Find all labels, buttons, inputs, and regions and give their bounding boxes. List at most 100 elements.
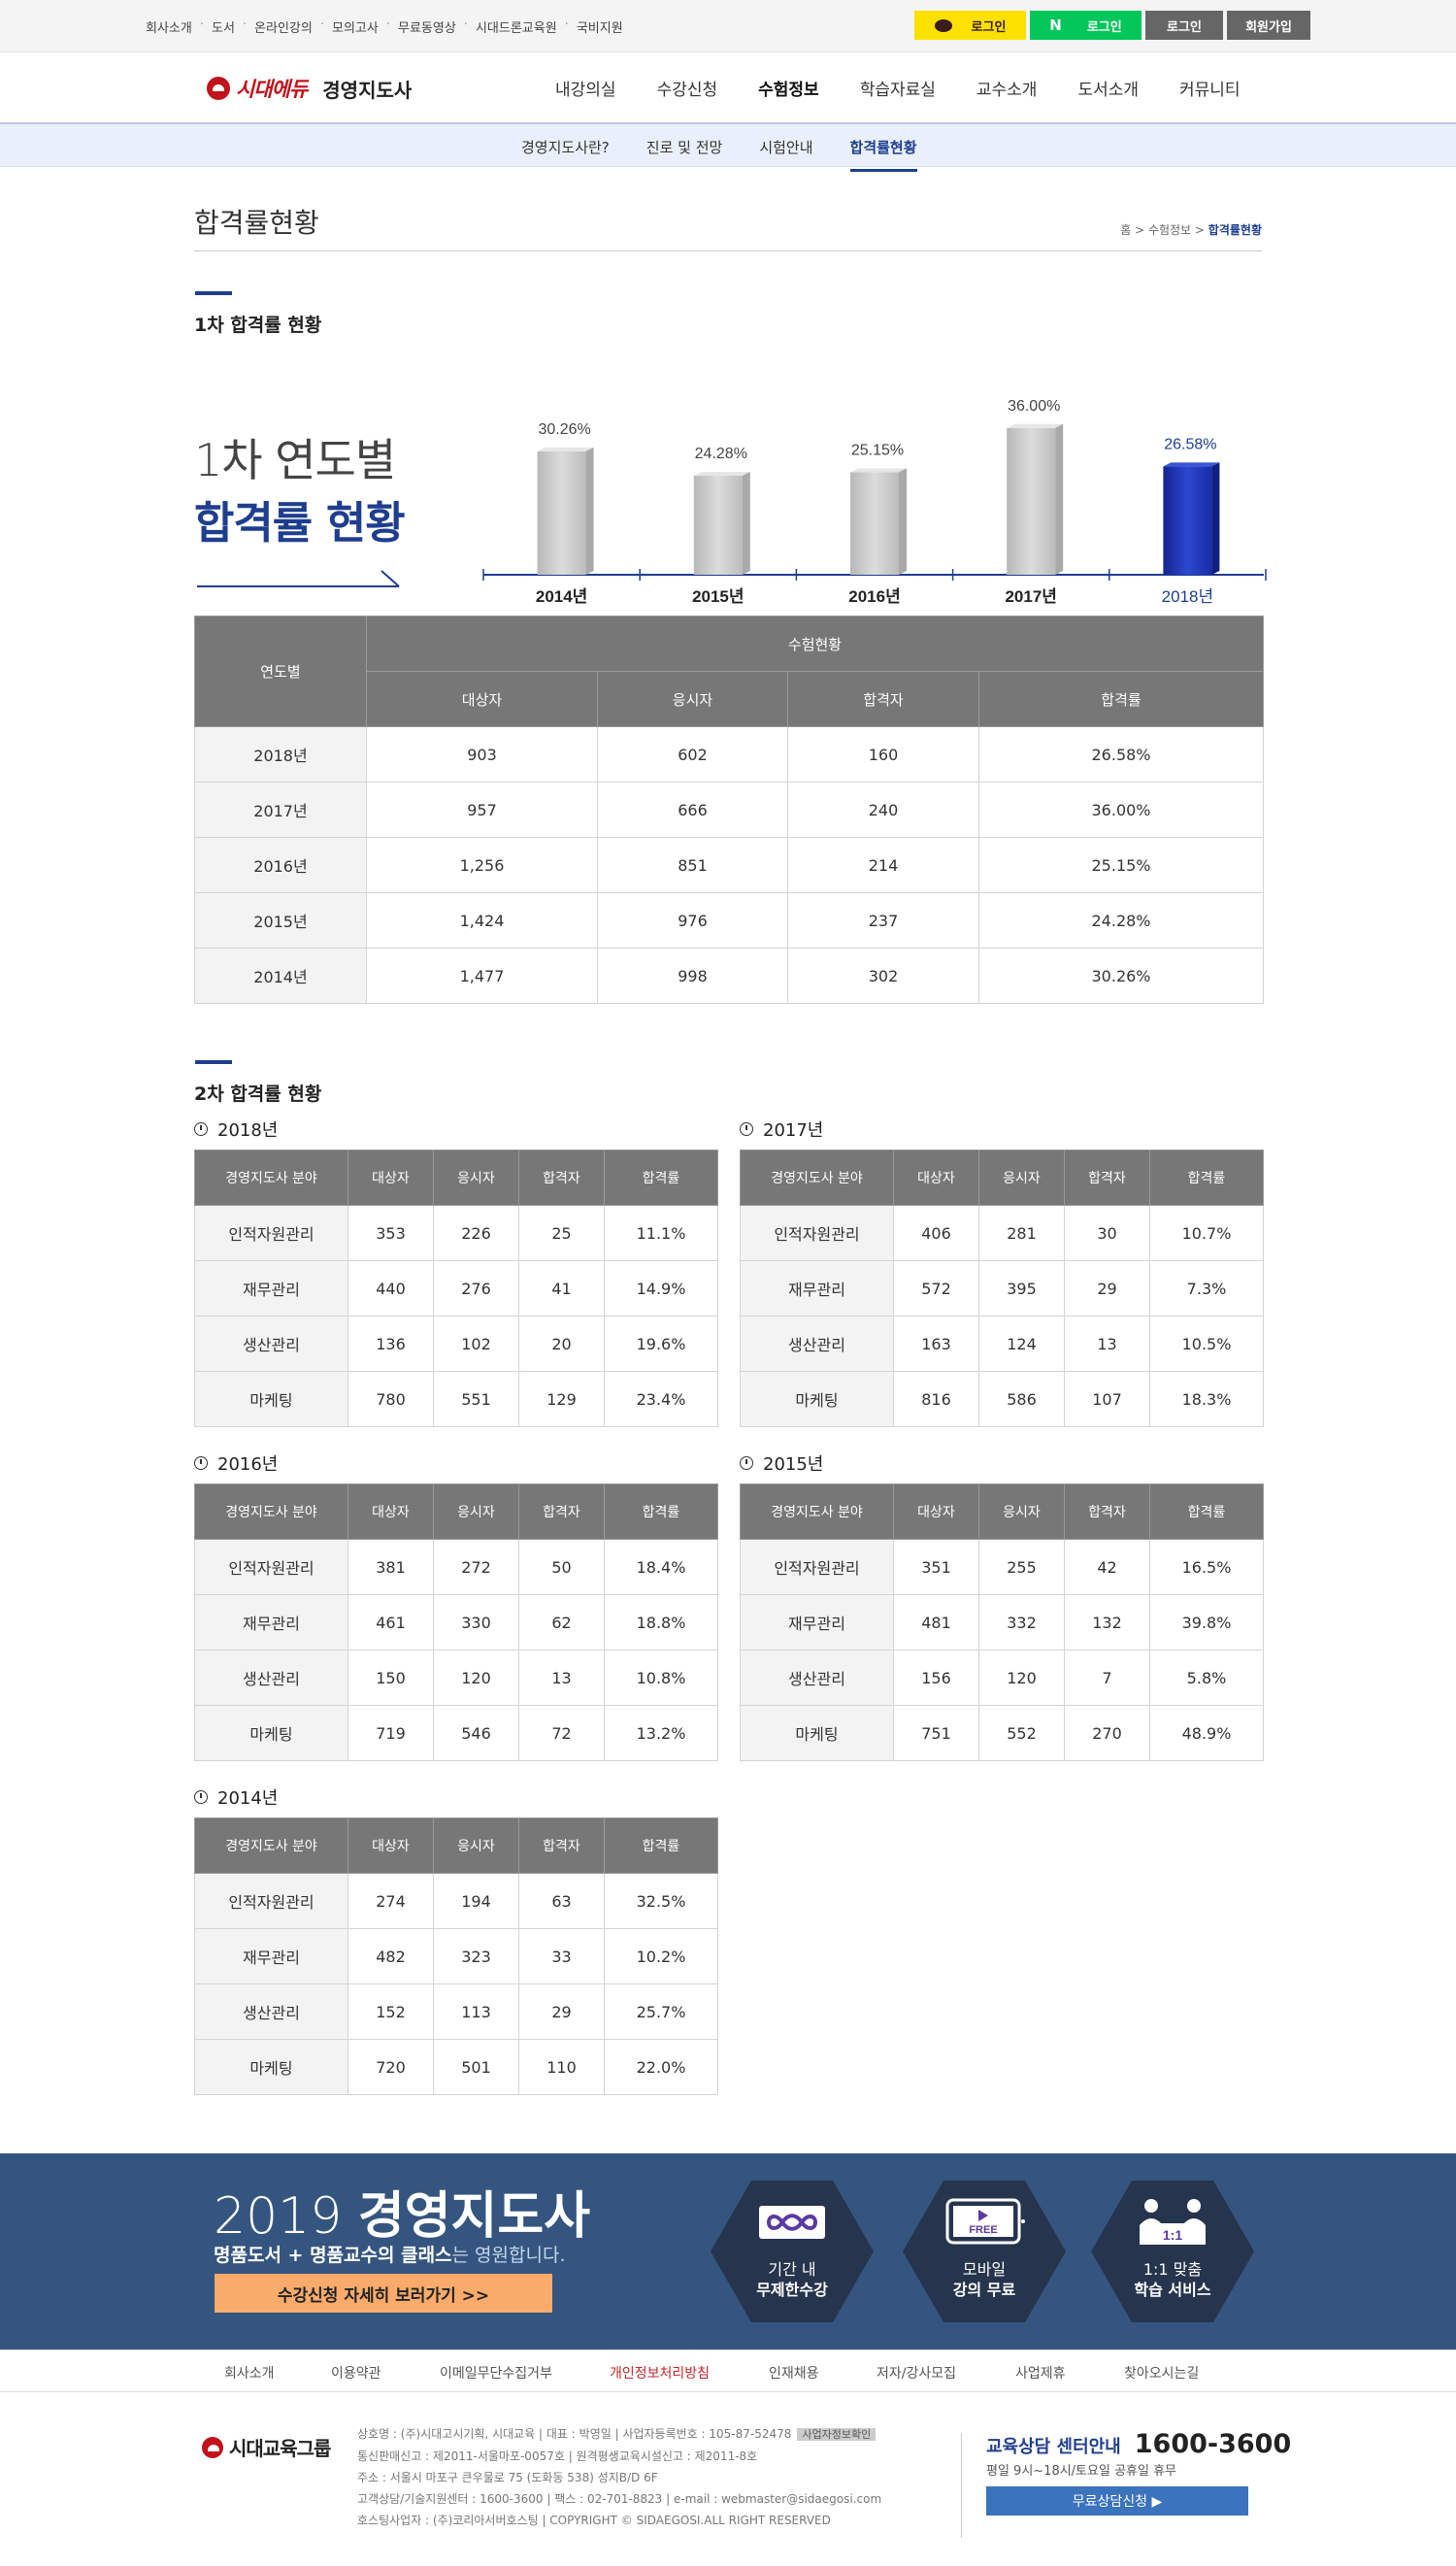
feature-mobile-free: FREE 모바일 강의 무료 (903, 2181, 1066, 2322)
login-button[interactable]: 로그인 (1145, 11, 1223, 40)
site-name: 경영지도사 (322, 78, 413, 102)
business-info-badge[interactable]: 사업자정보확인 (797, 2428, 877, 2441)
table-cell: 13 (1064, 1316, 1150, 1372)
field-cell: 인적자원관리 (194, 1205, 348, 1261)
subnav-exam-guide[interactable]: 시험안내 (759, 137, 812, 172)
nav-my-class[interactable]: 내강의실 (555, 76, 616, 100)
table-cell: 39.8% (1149, 1594, 1264, 1650)
info-line-text: 상호명 : (주)시대고시기획, 시대교육 | 대표 : 박영일 | 사업자등록… (357, 2427, 792, 2441)
footer-logo: 시대교육그룹 (202, 2433, 331, 2461)
table-cell: 18.8% (604, 1594, 718, 1650)
title-divider (194, 250, 1262, 251)
second-round-table: 경영지도사 분야 대상자 응시자 합격자 합격률 인적자원관리 351 255 42 16.5% 재… (740, 1483, 1264, 1761)
top-link-company[interactable]: 회사소개 (146, 17, 192, 36)
nav-materials[interactable]: 학습자료실 (860, 76, 936, 100)
footer-link-partnership[interactable]: 사업제휴 (1015, 2363, 1066, 2383)
kakao-login-button[interactable]: 로그인 (914, 11, 1026, 40)
site-logo[interactable]: 시대에듀 경영지도사 (207, 74, 412, 103)
column-header: 합격자 (518, 1150, 605, 1206)
table-cell: 586 (978, 1371, 1065, 1427)
table-row: 재무관리 481 332 132 39.8% (740, 1594, 1264, 1650)
footer-link-directions[interactable]: 찾아오시는길 (1124, 2363, 1199, 2383)
year-cell: 2015년 (194, 892, 367, 949)
top-link-books[interactable]: 도서 (212, 17, 235, 36)
subnav-career[interactable]: 진로 및 전망 (646, 137, 723, 172)
table-cell: 461 (347, 1594, 434, 1650)
subnav-about[interactable]: 경영지도사란? (521, 137, 610, 172)
breadcrumb-exam-info[interactable]: 수험정보 (1148, 223, 1191, 237)
table-cell: 30.26% (977, 948, 1265, 1004)
nav-professors[interactable]: 교수소개 (976, 76, 1038, 100)
table-cell: 957 (366, 782, 598, 838)
separator: · (319, 17, 324, 32)
table-cell: 24.28% (977, 892, 1265, 949)
table-row: 생산관리 150 120 13 10.8% (194, 1650, 718, 1706)
field-cell: 생산관리 (194, 1983, 348, 2040)
banner-year: 2019 (214, 2187, 343, 2246)
category-label: 2015년 (692, 587, 744, 606)
header-passed: 합격자 (787, 671, 979, 727)
table-cell: 440 (347, 1260, 434, 1316)
section-accent-bar (195, 291, 232, 295)
header-pass-rate: 합격률 (977, 671, 1265, 727)
enroll-detail-button[interactable]: 수강신청 자세히 보러가기 >> (215, 2274, 552, 2313)
footer-link-recruit[interactable]: 인재채용 (769, 2363, 819, 2383)
top-link-drone[interactable]: 시대드론교육원 (476, 17, 557, 36)
column-header: 대상자 (347, 1150, 434, 1206)
breadcrumb-home[interactable]: 홈 (1120, 223, 1131, 237)
table-row: 인적자원관리 274 194 63 32.5% (194, 1873, 718, 1929)
free-consult-button[interactable]: 무료상담신청 ▶ (986, 2486, 1248, 2516)
footer-link-email-policy[interactable]: 이메일무단수집거부 (440, 2363, 552, 2383)
top-link-mock[interactable]: 모의고사 (332, 17, 379, 36)
info-line: 통신판매신고 : 제2011-서울마포-0057호 | 원격평생교육시설신고 :… (357, 2449, 758, 2463)
table-row: 인적자원관리 353 226 25 11.1% (194, 1205, 718, 1261)
table-cell: 72 (518, 1705, 605, 1761)
year-heading: 2016년 (194, 1450, 278, 1476)
separator: · (199, 17, 204, 32)
top-links: 회사소개 · 도서 · 온라인강의 · 모의고사 · 무료동영상 · 시대드론교육원 · 국… (146, 17, 631, 36)
table-cell: 120 (433, 1650, 519, 1706)
table-row: 2018년 903 602 160 26.58% (194, 726, 1265, 783)
table-cell: 226 (433, 1205, 519, 1261)
footer-link-company[interactable]: 회사소개 (224, 2363, 275, 2383)
field-cell: 인적자원관리 (194, 1873, 348, 1929)
call-label: 교육상담 센터안내 (986, 2437, 1121, 2457)
field-cell: 생산관리 (740, 1650, 894, 1706)
first-round-table: 연도별 수험현황 대상자 응시자 합격자 합격률 2018년 903 602 160 2… (194, 616, 1265, 1004)
table-cell: 129 (518, 1371, 605, 1427)
separator: · (385, 17, 390, 32)
top-link-gov[interactable]: 국비지원 (577, 17, 623, 36)
section-accent-bar (195, 1060, 232, 1064)
nav-books[interactable]: 도서소개 (1077, 76, 1139, 100)
table-cell: 10.8% (604, 1650, 718, 1706)
table-cell: 666 (597, 782, 788, 838)
table-cell: 13.2% (604, 1705, 718, 1761)
table-cell: 150 (347, 1650, 434, 1706)
column-header: 응시자 (433, 1483, 519, 1540)
footer-link-authors[interactable]: 저자/강사모집 (877, 2363, 956, 2383)
field-cell: 마케팅 (740, 1705, 894, 1761)
field-cell: 인적자원관리 (194, 1539, 348, 1595)
chart-heading-line1: 1차 연도별 (194, 434, 396, 486)
naver-login-button[interactable]: N 로그인 (1030, 11, 1142, 40)
subnav-pass-rate[interactable]: 합격률현황 (849, 137, 917, 172)
top-link-online[interactable]: 온라인강의 (254, 17, 313, 36)
footer-link-terms[interactable]: 이용약관 (331, 2363, 381, 2383)
category-label: 2016년 (848, 587, 900, 606)
column-header: 응시자 (978, 1150, 1065, 1206)
table-cell: 136 (347, 1316, 434, 1372)
table-row: 생산관리 152 113 29 25.7% (194, 1983, 718, 2040)
second-round-table: 경영지도사 분야 대상자 응시자 합격자 합격률 인적자원관리 274 194 63 32.5% 재… (194, 1817, 718, 2095)
top-link-free-video[interactable]: 무료동영상 (398, 17, 456, 36)
nav-exam-info[interactable]: 수험정보 (758, 76, 819, 100)
header: 시대에듀 경영지도사 내강의실 수강신청 수험정보 학습자료실 교수소개 도서소… (0, 52, 1456, 124)
pass-rate-bar-chart: 30.26% 2014년 24.28% 2015년 25.15% 2016년 36.00% 2… (482, 398, 1267, 606)
nav-enroll[interactable]: 수강신청 (657, 76, 718, 100)
header-year: 연도별 (194, 616, 367, 727)
nav-community[interactable]: 커뮤니티 (1179, 76, 1241, 100)
table-cell: 302 (787, 948, 979, 1004)
footer-link-privacy[interactable]: 개인정보처리방침 (610, 2363, 710, 2383)
table-cell: 330 (433, 1594, 519, 1650)
signup-button[interactable]: 회원가입 (1227, 11, 1310, 40)
table-cell: 552 (978, 1705, 1065, 1761)
